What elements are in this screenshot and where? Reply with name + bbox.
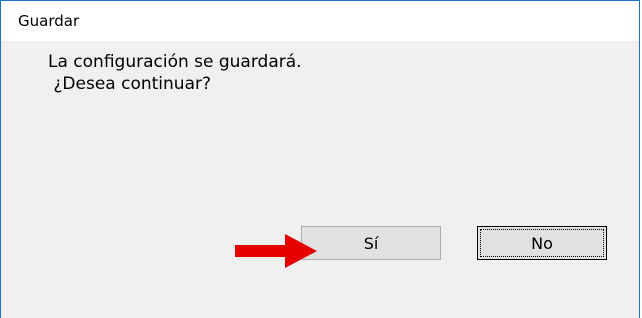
red-arrow-right-icon xyxy=(235,234,317,268)
save-dialog: Guardar La configuración se guardará. ¿D… xyxy=(0,0,640,318)
confirmation-message: La configuración se guardará. ¿Desea con… xyxy=(48,51,302,95)
message-line-2: ¿Desea continuar? xyxy=(48,74,212,94)
dialog-title: Guardar xyxy=(18,12,80,30)
no-button[interactable]: No xyxy=(477,226,607,260)
message-line-1: La configuración se guardará. xyxy=(48,52,302,72)
arrow-shape xyxy=(235,234,317,268)
title-bar[interactable]: Guardar xyxy=(1,1,639,41)
